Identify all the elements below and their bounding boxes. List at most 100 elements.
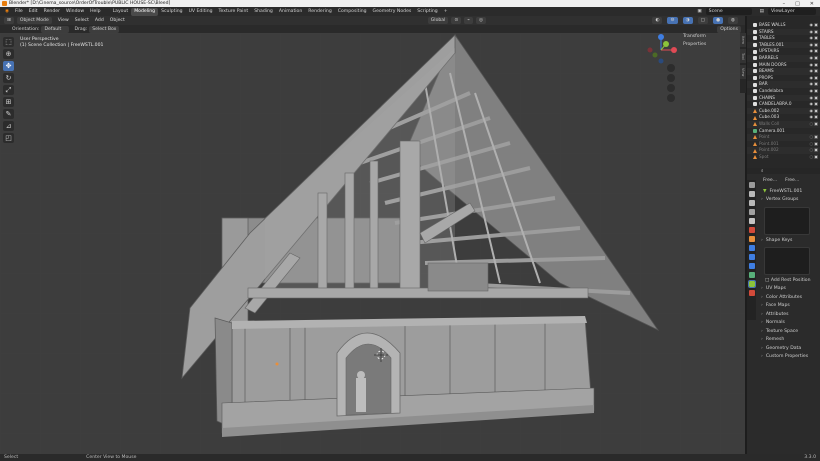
section-geometry-data[interactable]: Geometry Data — [747, 345, 820, 354]
menu-object[interactable]: Object — [107, 18, 128, 23]
section-face-maps[interactable]: Face Maps — [747, 302, 820, 311]
tab-item[interactable]: Item — [740, 33, 746, 47]
modifier-tab-icon[interactable] — [748, 245, 755, 251]
measure-tool-icon[interactable]: ⊿ — [3, 121, 14, 131]
view-layer-selector[interactable]: ViewLayer — [768, 8, 816, 15]
material-tab-icon[interactable] — [748, 290, 755, 296]
add-workspace-button[interactable]: + — [441, 8, 451, 16]
blender-menu-icon[interactable]: ◉ — [2, 9, 12, 14]
eye-icon[interactable]: ◉ ▣ — [809, 88, 818, 95]
tab-shading[interactable]: Shading — [251, 8, 276, 16]
menu-select[interactable]: Select — [72, 18, 92, 23]
tab-scripting[interactable]: Scripting — [414, 8, 440, 16]
overlays-toggle-icon[interactable]: ◑ — [682, 17, 693, 24]
eye-icon[interactable]: ◉ ▣ — [809, 81, 818, 88]
gizmo-toggle-icon[interactable]: ⚙ — [667, 17, 678, 24]
menu-view[interactable]: View — [55, 18, 72, 23]
eye-icon[interactable]: ◉ ▣ — [809, 68, 818, 75]
outliner-item[interactable]: Cube.003 ◉ ▣ — [747, 114, 820, 121]
select-box-icon[interactable]: ⬚ — [3, 37, 14, 47]
panel-properties[interactable]: Properties — [680, 41, 740, 49]
constraints-tab-icon[interactable] — [748, 272, 755, 278]
outliner-item[interactable]: CHAINS ◉ ▣ — [747, 94, 820, 102]
world-tab-icon[interactable] — [748, 227, 755, 233]
outliner-item[interactable]: PROPS ◉ ▣ — [747, 75, 820, 82]
menu-window[interactable]: Window — [63, 9, 87, 14]
mesh-name-field[interactable]: ▼ FreeWSTL.001 — [747, 186, 820, 196]
tab-layout[interactable]: Layout — [110, 8, 132, 16]
rotate-tool-icon[interactable]: ↻ — [3, 73, 14, 83]
3d-viewport[interactable] — [0, 33, 745, 454]
outliner-item[interactable]: Walls Coll ◌ ▣ — [747, 120, 820, 128]
section-color-attributes[interactable]: Color Attributes — [747, 294, 820, 303]
render-tab-icon[interactable] — [748, 191, 755, 197]
physics-tab-icon[interactable] — [748, 263, 755, 269]
eye-icon[interactable]: ◉ ▣ — [809, 29, 818, 36]
outliner-item[interactable]: Candelabra ◉ ▣ — [747, 88, 820, 95]
shape-keys-list[interactable] — [764, 247, 810, 275]
eye-icon[interactable]: ◌ ▣ — [809, 121, 818, 128]
section-normals[interactable]: Normals — [747, 319, 820, 328]
outliner-item[interactable]: MAIN DOORS ◉ ▣ — [747, 62, 820, 69]
eye-icon[interactable]: ◉ ▣ — [809, 48, 818, 55]
move-tool-icon[interactable]: ✥ — [3, 61, 14, 71]
shading-solid-icon[interactable]: ● — [712, 17, 723, 24]
eye-icon[interactable]: ◌ ▣ — [809, 154, 818, 161]
vertex-groups-list[interactable] — [764, 206, 810, 235]
eye-icon[interactable]: ◉ ▣ — [809, 75, 818, 82]
tool-tab-icon[interactable] — [748, 182, 755, 188]
outliner-item[interactable]: TABLES ◉ ▣ — [747, 35, 820, 42]
menu-edit[interactable]: Edit — [26, 9, 41, 14]
scene-selector[interactable]: Scene — [705, 8, 752, 15]
eye-icon[interactable]: ◌ ▣ — [809, 141, 818, 148]
close-button[interactable]: ✕ — [810, 1, 814, 7]
menu-help[interactable]: Help — [87, 9, 103, 14]
maximize-button[interactable]: □ — [795, 1, 800, 7]
pivot-icon[interactable]: ⊙ — [451, 17, 462, 24]
cursor-tool-icon[interactable]: ⊕ — [3, 49, 14, 59]
eye-icon[interactable]: ◉ ▣ — [809, 22, 818, 29]
section-uv-maps[interactable]: UV Maps — [747, 285, 820, 294]
editor-type-icon[interactable]: ⊞ — [4, 17, 14, 24]
outliner-item[interactable]: CANDELABRA.0 ◉ ▣ — [747, 101, 820, 108]
view-layer-tab-icon[interactable] — [748, 209, 755, 215]
menu-file[interactable]: File — [12, 9, 26, 14]
shading-material-icon[interactable]: ◍ — [727, 17, 738, 24]
eye-icon[interactable]: ◉ ▣ — [809, 62, 818, 69]
annotate-tool-icon[interactable]: ✎ — [3, 109, 14, 119]
transform-orientation-dropdown[interactable]: Global — [427, 17, 449, 24]
section-texture-space[interactable]: Texture Space — [747, 328, 820, 337]
outliner-item[interactable]: Point.001 ◌ ▣ — [747, 141, 820, 148]
eye-icon[interactable]: ◉ ▣ — [809, 42, 818, 49]
panel-transform[interactable]: Transform — [680, 33, 740, 41]
drag-dropdown[interactable]: Select Box — [89, 25, 120, 33]
outliner-item[interactable]: BASE WALLS ◉ ▣ — [747, 22, 820, 29]
eye-icon[interactable]: ◉ ▣ — [809, 114, 818, 121]
scale-tool-icon[interactable]: ⤢ — [3, 85, 14, 95]
menu-render[interactable]: Render — [41, 9, 63, 14]
eye-icon[interactable]: ◉ ▣ — [809, 35, 818, 42]
tab-geometry-nodes[interactable]: Geometry Nodes — [370, 8, 415, 16]
section-attributes[interactable]: Attributes — [747, 311, 820, 320]
object-tab-icon[interactable] — [748, 236, 755, 242]
mode-selector[interactable]: Object Mode — [16, 17, 52, 24]
eye-icon[interactable]: ◉ ▣ — [809, 101, 818, 108]
minimize-button[interactable]: – — [783, 1, 786, 7]
outliner-item[interactable]: BARRELS ◉ ▣ — [747, 54, 820, 62]
outliner-item[interactable]: Camera.001 — [747, 128, 820, 135]
tab-texture-paint[interactable]: Texture Paint — [216, 8, 252, 16]
tab-uv-editing[interactable]: UV Editing — [186, 8, 216, 16]
outliner-item[interactable]: TABLES.001 ◉ ▣ — [747, 41, 820, 49]
outliner-item[interactable]: UPSTAIRS ◉ ▣ — [747, 48, 820, 55]
outliner-item[interactable]: Point ◌ ▣ — [747, 134, 820, 141]
snap-icon[interactable]: ⌁ — [464, 17, 474, 24]
menu-add[interactable]: Add — [92, 18, 107, 23]
output-tab-icon[interactable] — [748, 200, 755, 206]
outliner-item[interactable]: Point.002 ◌ ▣ — [747, 147, 820, 154]
tab-sculpting[interactable]: Sculpting — [158, 8, 185, 16]
eye-icon[interactable]: ◉ ▣ — [809, 55, 818, 62]
section-shape-keys[interactable]: Shape Keys — [747, 237, 820, 246]
section-vertex-groups[interactable]: Vertex Groups — [747, 196, 820, 205]
tab-animation[interactable]: Animation — [276, 8, 305, 16]
options-dropdown[interactable]: Options — [717, 25, 741, 33]
